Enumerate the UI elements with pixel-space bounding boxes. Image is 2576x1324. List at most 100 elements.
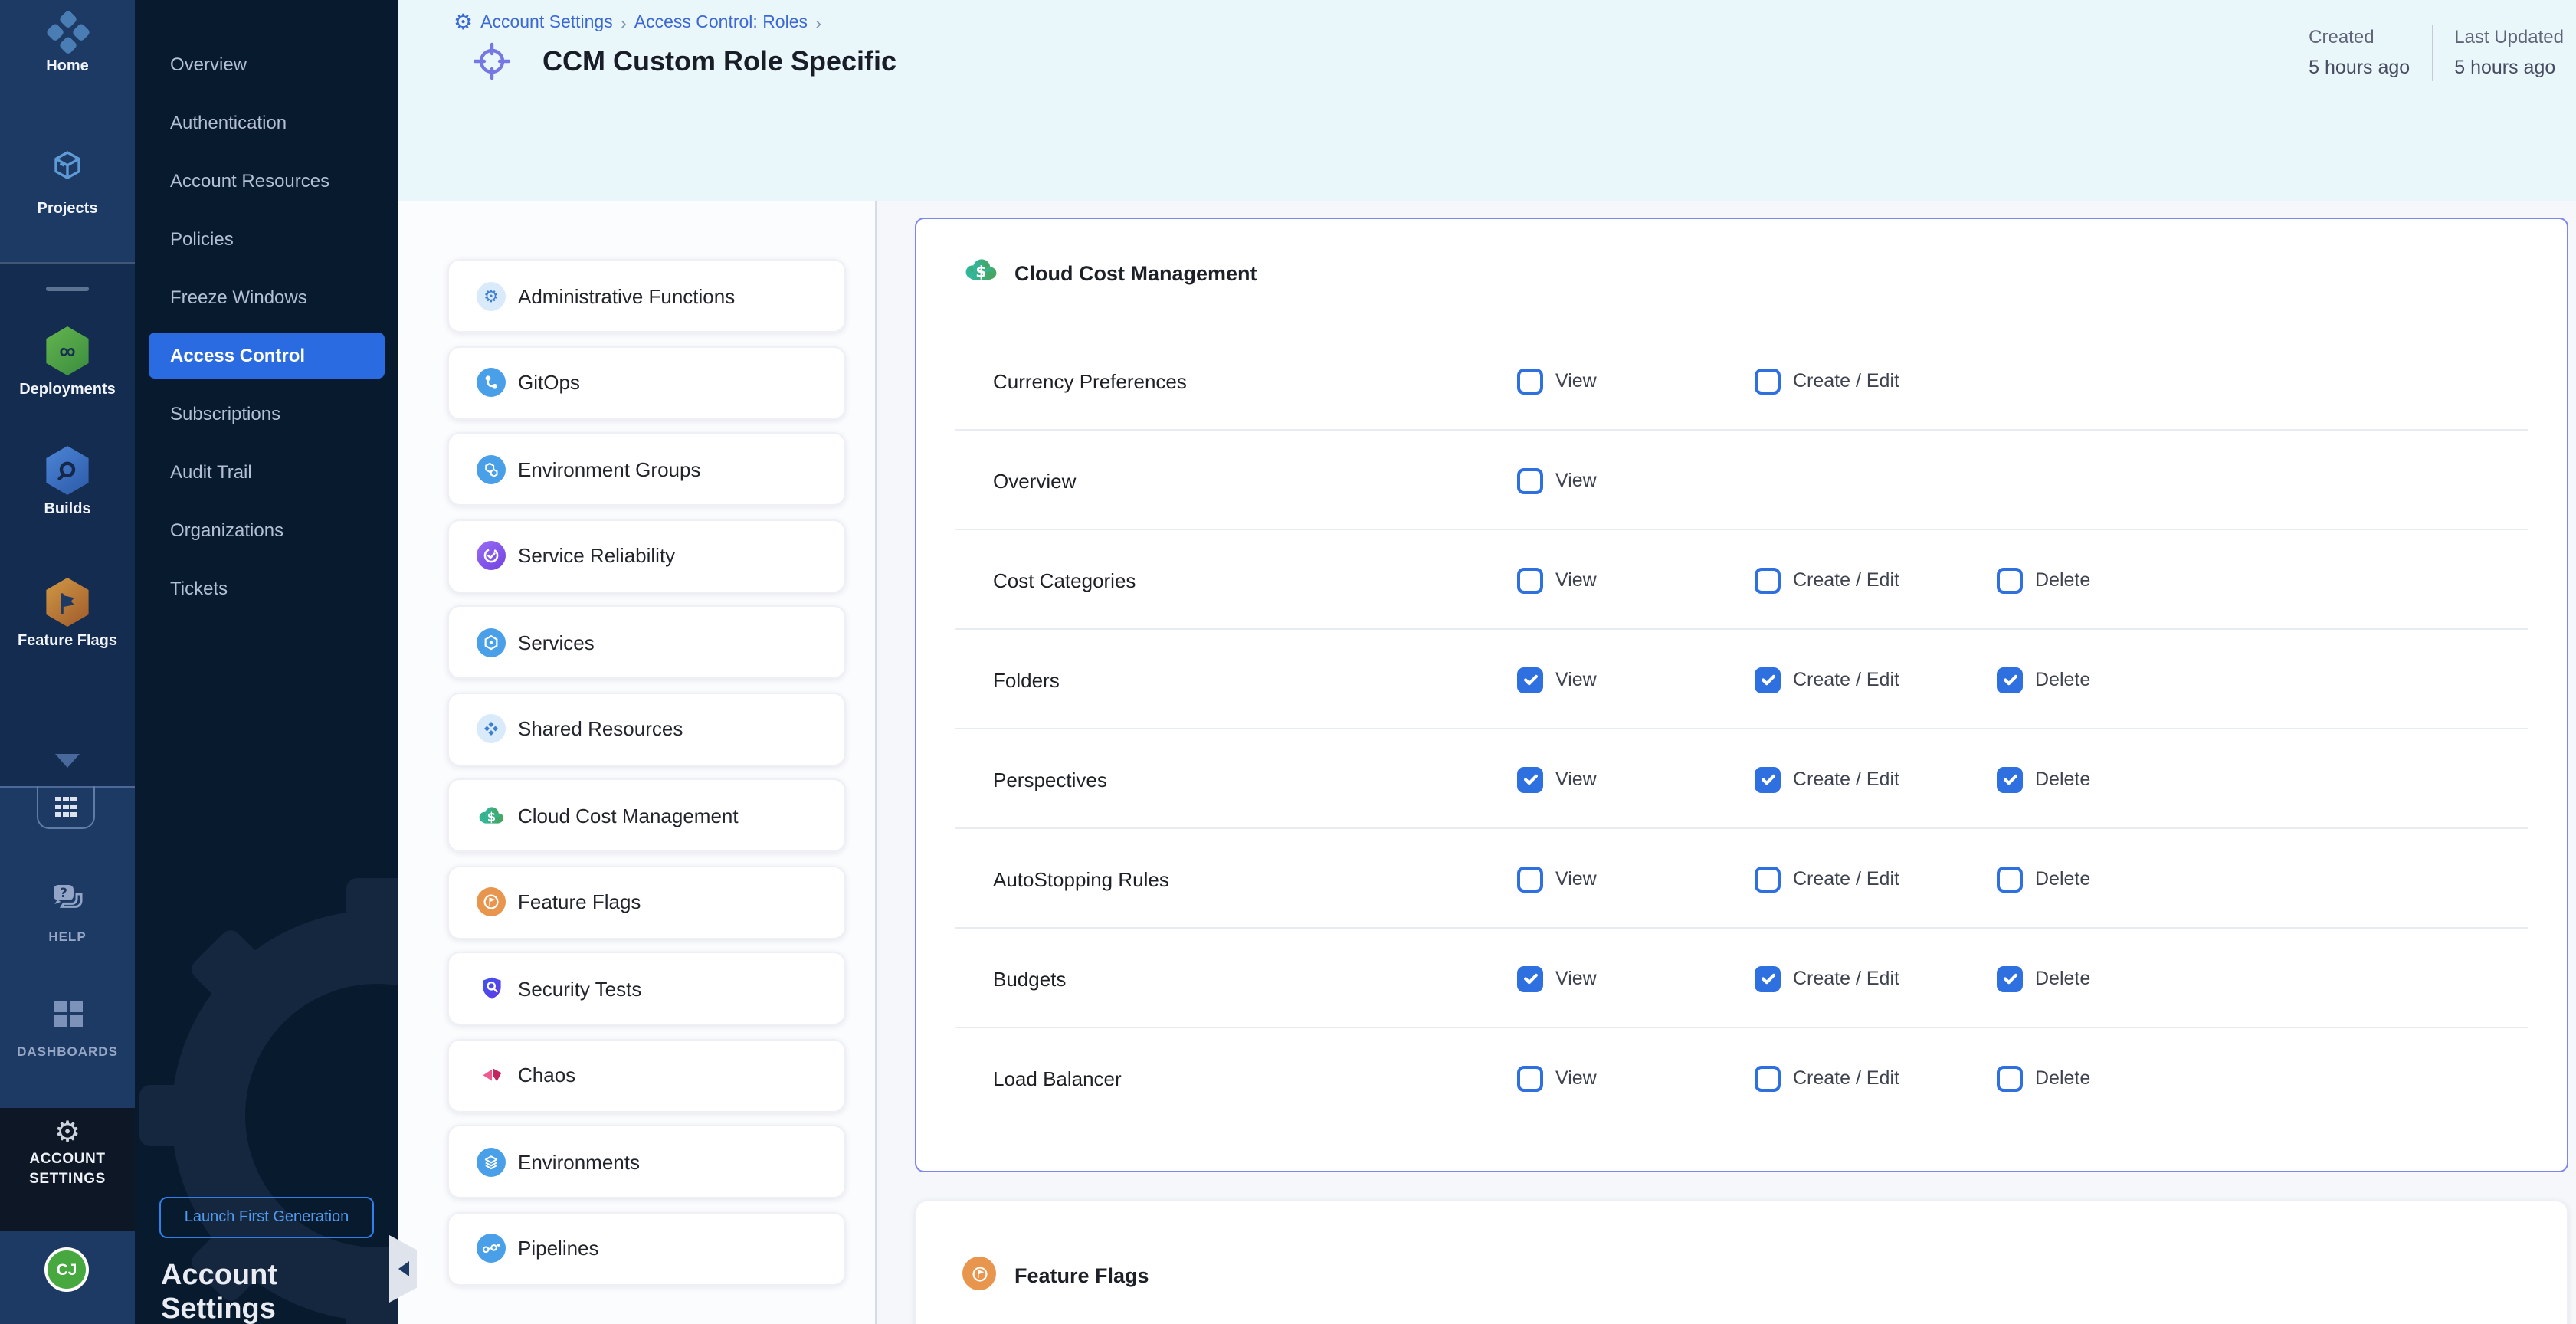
permission-checkbox-view[interactable]: View [1517, 766, 1597, 792]
checkbox-checked-icon[interactable] [1517, 667, 1543, 693]
screen: Home Projects ∞Deployments Builds Feature… [0, 0, 2576, 1324]
permission-checkbox-delete[interactable]: Delete [1997, 667, 2090, 693]
rail-item-builds[interactable]: Builds [0, 446, 135, 519]
category-item-environments[interactable]: Environments [447, 1125, 846, 1198]
breadcrumb-link-access-control-roles[interactable]: Access Control: Roles [634, 14, 808, 32]
sidebar-item-overview[interactable]: Overview [149, 41, 385, 87]
rail-item-label: ACCOUNT [0, 1151, 135, 1169]
last-updated-label: Last Updated [2454, 21, 2564, 52]
category-item-security-tests[interactable]: Security Tests [447, 952, 846, 1025]
category-item-service-reliability[interactable]: Service Reliability [447, 519, 846, 592]
dashboards-grid-icon [51, 999, 84, 1028]
checkbox-unchecked[interactable] [1517, 368, 1543, 394]
permission-checkbox-view[interactable]: View [1517, 368, 1597, 394]
permission-checkbox-create[interactable]: Create / Edit [1755, 766, 1899, 792]
checkbox-unchecked[interactable] [1517, 467, 1543, 493]
sidebar-item-access-control[interactable]: Access Control [149, 333, 385, 379]
checkbox-checked-icon[interactable] [1755, 965, 1781, 991]
page-title: CCM Custom Role Specific [542, 45, 896, 77]
help-chat-icon: ? [49, 883, 86, 913]
rail-item-home[interactable]: Home [0, 12, 135, 77]
launch-first-generation-button[interactable]: Launch First Generation [159, 1197, 374, 1238]
checkbox-unchecked[interactable] [1517, 567, 1543, 593]
admin-gear-icon: ⚙ [477, 281, 506, 310]
breadcrumb-link-account-settings[interactable]: Account Settings [480, 14, 613, 32]
checkbox-checked-icon[interactable] [1997, 965, 2023, 991]
permission-row-label: Cost Categories [993, 569, 1136, 592]
rail-item-deployments[interactable]: ∞Deployments [0, 326, 135, 400]
permission-checkbox-delete[interactable]: Delete [1997, 866, 2090, 892]
checkbox-label: Delete [2035, 868, 2090, 890]
checkbox-unchecked[interactable] [1997, 567, 2023, 593]
checkbox-label: Delete [2035, 769, 2090, 790]
permission-checkbox-create[interactable]: Create / Edit [1755, 567, 1899, 593]
permission-checkbox-view[interactable]: View [1517, 567, 1597, 593]
checkbox-unchecked[interactable] [1755, 567, 1781, 593]
deployments-infinity-icon: ∞ [44, 326, 90, 375]
permission-checkbox-delete[interactable]: Delete [1997, 766, 2090, 792]
category-item-administrative-functions[interactable]: ⚙Administrative Functions [447, 259, 846, 333]
checkbox-unchecked[interactable] [1517, 866, 1543, 892]
checkbox-checked-icon[interactable] [1517, 965, 1543, 991]
checkbox-unchecked[interactable] [1755, 368, 1781, 394]
rail-item-account-settings[interactable]: ⚙ACCOUNT SETTINGS [0, 1119, 135, 1189]
permission-checkbox-create[interactable]: Create / Edit [1755, 667, 1899, 693]
category-item-services[interactable]: Services [447, 605, 846, 679]
permission-row-label: Overview [993, 469, 1076, 492]
sidebar-title: Account Settings [161, 1260, 398, 1324]
category-item-feature-flags[interactable]: Feature Flags [447, 865, 846, 939]
category-item-environment-groups[interactable]: Environment Groups [447, 432, 846, 506]
permission-checkbox-delete[interactable]: Delete [1997, 567, 2090, 593]
next-section-title: Feature Flags [1014, 1264, 1149, 1287]
permission-checkbox-create[interactable]: Create / Edit [1755, 866, 1899, 892]
sidebar-item-audit-trail[interactable]: Audit Trail [149, 449, 385, 495]
checkbox-unchecked[interactable] [1755, 1065, 1781, 1091]
permission-checkbox-view[interactable]: View [1517, 866, 1597, 892]
rail-item-dashboards[interactable]: DASHBOARDS [0, 999, 135, 1059]
category-item-gitops[interactable]: GitOps [447, 346, 846, 419]
checkbox-unchecked[interactable] [1997, 1065, 2023, 1091]
sidebar-item-freeze-windows[interactable]: Freeze Windows [149, 274, 385, 320]
permission-checkbox-view[interactable]: View [1517, 1065, 1597, 1091]
permission-checkbox-delete[interactable]: Delete [1997, 1065, 2090, 1091]
category-item-chaos[interactable]: Chaos [447, 1038, 846, 1112]
sidebar-item-tickets[interactable]: Tickets [149, 565, 385, 611]
checkbox-label: View [1555, 669, 1597, 690]
checkbox-checked-icon[interactable] [1997, 766, 2023, 792]
rail-item-label: Feature Flags [0, 633, 135, 651]
category-item-pipelines[interactable]: Pipelines [447, 1211, 846, 1285]
user-avatar[interactable]: CJ [44, 1247, 89, 1292]
rail-item-feature-flags[interactable]: Feature Flags [0, 578, 135, 651]
checkbox-label: View [1555, 470, 1597, 491]
sidebar-item-subscriptions[interactable]: Subscriptions [149, 391, 385, 437]
category-label: Services [518, 631, 595, 654]
rail-item-projects[interactable]: Projects [0, 144, 135, 219]
sidebar-item-policies[interactable]: Policies [149, 216, 385, 262]
sidebar-item-account-resources[interactable]: Account Resources [149, 158, 385, 204]
permission-checkbox-delete[interactable]: Delete [1997, 965, 2090, 991]
environments-layers-icon [477, 1147, 506, 1176]
permission-checkbox-view[interactable]: View [1517, 965, 1597, 991]
checkbox-checked-icon[interactable] [1997, 667, 2023, 693]
category-item-shared-resources[interactable]: Shared Resources [447, 692, 846, 765]
rail-item-help[interactable]: ? HELP [0, 883, 135, 944]
checkbox-label: View [1555, 868, 1597, 890]
home-icon [42, 9, 92, 59]
permission-checkbox-view[interactable]: View [1517, 667, 1597, 693]
permission-checkbox-view[interactable]: View [1517, 467, 1597, 493]
checkbox-checked-icon[interactable] [1755, 667, 1781, 693]
category-item-cloud-cost-management[interactable]: $Cloud Cost Management [447, 778, 846, 852]
permission-checkbox-create[interactable]: Create / Edit [1755, 368, 1899, 394]
account-settings-sidebar: Overview Authentication Account Resources P… [135, 0, 398, 1324]
checkbox-checked-icon[interactable] [1517, 766, 1543, 792]
sidebar-item-organizations[interactable]: Organizations [149, 507, 385, 553]
permission-checkbox-create[interactable]: Create / Edit [1755, 965, 1899, 991]
checkbox-unchecked[interactable] [1517, 1065, 1543, 1091]
checkbox-unchecked[interactable] [1997, 866, 2023, 892]
permission-checkbox-create[interactable]: Create / Edit [1755, 1065, 1899, 1091]
checkbox-unchecked[interactable] [1755, 866, 1781, 892]
checkbox-checked-icon[interactable] [1755, 766, 1781, 792]
sidebar-item-authentication[interactable]: Authentication [149, 100, 385, 146]
module-picker-button[interactable] [37, 786, 95, 829]
chevron-down-icon[interactable] [55, 754, 80, 768]
